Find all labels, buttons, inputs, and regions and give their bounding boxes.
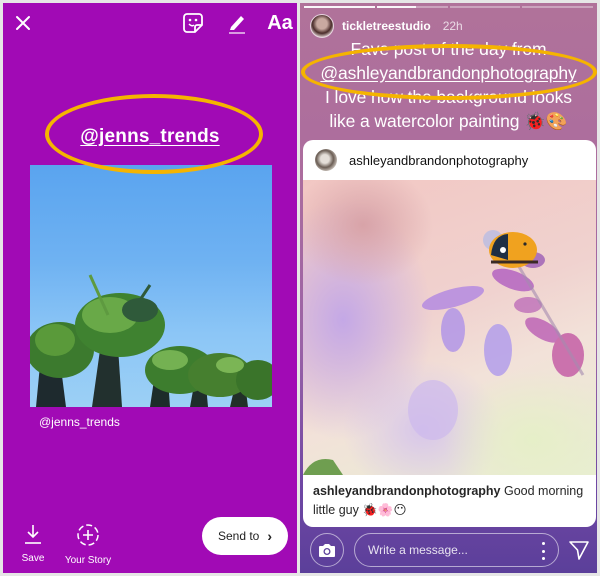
editor-toolbar: Aa <box>3 3 297 45</box>
post-caption: ashleyandbrandonphotography Good morning… <box>313 482 588 520</box>
more-options-icon[interactable] <box>538 542 548 560</box>
caption-username[interactable]: ashleyandbrandonphotography <box>313 484 501 498</box>
download-icon <box>25 525 41 544</box>
story-username[interactable]: tickletreestudio <box>342 19 431 33</box>
post-header: ashleyandbrandonphotography <box>303 140 596 180</box>
shared-post-card[interactable]: ashleyandbrandonphotography ashleyandbra… <box>303 140 596 527</box>
photo-username-caption: @jenns_trends <box>39 415 120 429</box>
post-image[interactable] <box>303 180 596 475</box>
story-timestamp: 22h <box>442 19 463 33</box>
send-to-button[interactable]: Send to › <box>202 517 288 555</box>
mention-sticker[interactable]: @jenns_trends <box>3 126 297 148</box>
your-story-button[interactable]: Your Story <box>58 523 118 566</box>
save-label: Save <box>21 553 45 564</box>
send-to-label: Send to <box>217 529 260 543</box>
reply-bar: Write a message... <box>300 530 597 570</box>
progress-segment <box>304 6 375 8</box>
close-button[interactable] <box>11 11 35 35</box>
story-text-line: like a watercolor painting 🐞🎨 <box>329 111 568 131</box>
send-message-button[interactable] <box>568 539 590 561</box>
story-editor-panel: Aa @jenns_trends @jenns_trends Save Your… <box>3 3 297 573</box>
draw-button[interactable] <box>225 11 249 35</box>
story-text-line: I love how the background looks <box>325 87 572 107</box>
story-progress-bar <box>304 6 593 8</box>
camera-icon <box>319 544 335 557</box>
text-tool-button[interactable]: Aa <box>265 9 295 37</box>
progress-segment <box>376 6 448 8</box>
progress-segment <box>522 6 593 8</box>
post-username[interactable]: ashleyandbrandonphotography <box>349 153 528 168</box>
story-header: tickletreestudio 22h <box>310 14 463 38</box>
your-story-label: Your Story <box>64 555 112 566</box>
close-icon <box>16 16 30 30</box>
progress-fill <box>304 6 375 8</box>
add-story-icon <box>77 524 99 546</box>
story-text: Fave post of the day from @ashleyandbran… <box>300 37 597 133</box>
progress-segment <box>449 6 521 8</box>
story-text-line: Fave post of the day from <box>350 39 547 59</box>
paper-plane-icon <box>569 541 589 560</box>
shared-post-photo[interactable] <box>30 165 272 407</box>
sticker-icon <box>183 13 203 33</box>
post-avatar[interactable] <box>315 149 337 171</box>
ladybug <box>489 232 538 268</box>
avatar[interactable] <box>310 14 334 38</box>
progress-fill <box>376 6 416 8</box>
palm-trees-image <box>30 274 272 407</box>
message-placeholder: Write a message... <box>368 543 468 557</box>
chevron-right-icon: › <box>267 528 273 544</box>
story-mention-link[interactable]: @ashleyandbrandonphotography <box>300 61 597 85</box>
sticker-button[interactable] <box>181 11 205 35</box>
camera-button[interactable] <box>310 533 344 567</box>
pen-icon <box>229 16 245 34</box>
ladybug-flower-image <box>303 230 585 475</box>
message-input[interactable]: Write a message... <box>354 533 559 567</box>
save-button[interactable]: Save <box>15 523 51 564</box>
story-viewer-panel: tickletreestudio 22h Fave post of the da… <box>300 3 597 573</box>
